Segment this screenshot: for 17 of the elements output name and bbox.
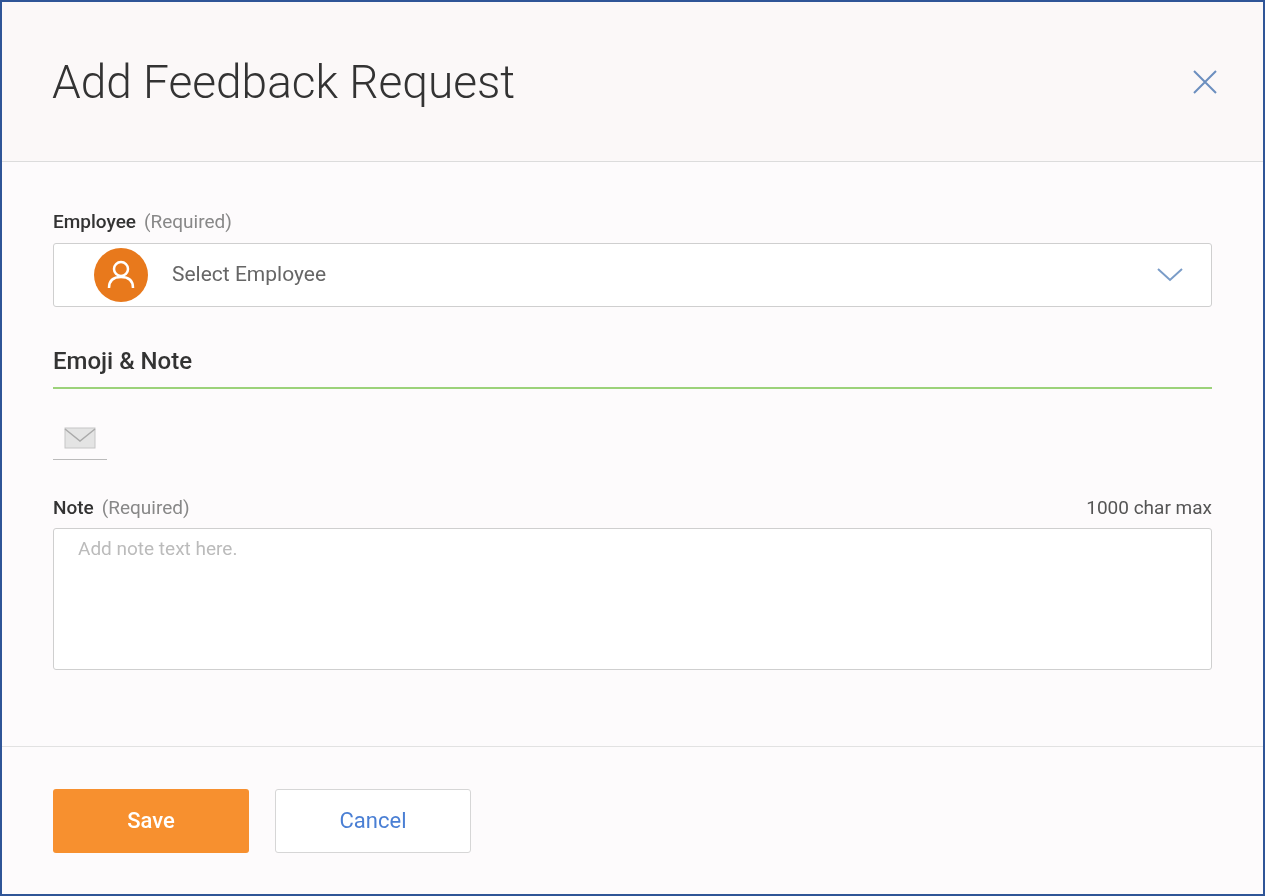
char-limit: 1000 char max [1086, 494, 1212, 521]
emoji-picker[interactable] [53, 426, 107, 460]
cancel-button[interactable]: Cancel [275, 788, 471, 853]
section-heading: Emoji & Note [53, 345, 194, 377]
note-field[interactable]: Add note text here. [53, 528, 1212, 670]
field-label: Note [53, 494, 94, 521]
required-note: (Required) [101, 494, 190, 521]
save-button[interactable]: Save [53, 788, 249, 853]
required-note: (Required) [144, 209, 232, 235]
field-label: Employee [53, 209, 136, 235]
dialog-title: Add Feedback Request [52, 58, 516, 105]
employee-select[interactable]: Select Employee [53, 242, 1212, 307]
select-placeholder: Select Employee [172, 260, 328, 288]
envelope-icon [64, 426, 96, 449]
chevron-down-icon [1157, 267, 1183, 282]
close-icon [1192, 68, 1218, 95]
person-icon [94, 247, 148, 302]
